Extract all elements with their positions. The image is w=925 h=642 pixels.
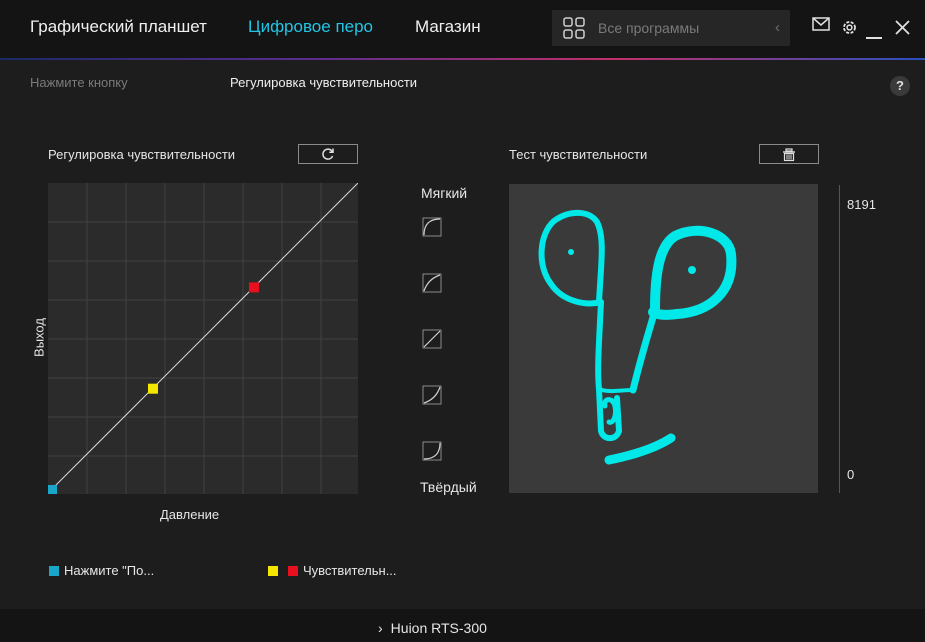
subnav-sensitivity[interactable]: Регулировка чувствительности — [230, 75, 417, 90]
hard-label: Твёрдый — [420, 479, 477, 495]
trash-icon — [783, 148, 795, 162]
help-icon[interactable]: ? — [890, 76, 910, 96]
pressure-scale — [839, 185, 840, 493]
search-placeholder: Все программы — [598, 20, 700, 36]
device-name: Huion RTS-300 — [390, 620, 487, 636]
legend-item-press: Нажмите "По... — [49, 563, 154, 578]
preset-soft-2-icon[interactable] — [422, 273, 442, 293]
program-search[interactable]: Все программы ‹ — [552, 10, 790, 46]
pressure-max-value: 8191 — [847, 197, 876, 212]
chevron-left-icon[interactable]: ‹ — [775, 19, 780, 36]
preset-linear-icon[interactable] — [422, 329, 442, 349]
test-drawing-strokes — [538, 209, 737, 465]
gear-icon[interactable] — [841, 19, 858, 41]
tab-store[interactable]: Магазин — [415, 17, 481, 37]
clear-button[interactable] — [759, 144, 819, 164]
yellow-square-icon — [268, 566, 278, 576]
reset-button[interactable] — [298, 144, 358, 164]
test-drawing-area[interactable] — [509, 184, 818, 493]
accent-line — [0, 58, 925, 60]
pressure-curve-graph[interactable] — [48, 183, 358, 494]
preset-hard-1-icon[interactable] — [422, 385, 442, 405]
tab-digital-pen[interactable]: Цифровое перо — [248, 17, 373, 37]
x-axis-label: Давление — [160, 507, 220, 522]
red-square-icon — [288, 566, 298, 576]
legend-item-sensitivity: Чувствительн... — [268, 563, 397, 578]
curve-point-low[interactable] — [147, 383, 158, 394]
close-icon[interactable] — [895, 20, 910, 40]
subnav-press-button[interactable]: Нажмите кнопку — [30, 75, 128, 90]
legend-sensitivity-label: Чувствительн... — [303, 563, 397, 578]
curve-point-high[interactable] — [248, 282, 259, 293]
refresh-icon — [322, 148, 334, 160]
tab-graphic-tablet[interactable]: Графический планшет — [30, 17, 207, 37]
curve-point-start[interactable] — [48, 485, 57, 494]
cyan-square-icon — [49, 566, 59, 576]
test-title: Тест чувствительности — [509, 147, 648, 162]
y-axis-label: Выход — [31, 318, 47, 357]
top-bar: Графический планшет Цифровое перо Магази… — [0, 0, 925, 58]
preset-soft-1-icon[interactable] — [422, 217, 442, 237]
device-footer[interactable]: › Huion RTS-300 — [0, 609, 925, 642]
sensitivity-title: Регулировка чувствительности — [48, 147, 236, 162]
mail-icon[interactable] — [812, 17, 830, 36]
device-selector[interactable]: › Huion RTS-300 — [378, 620, 487, 636]
preset-hard-2-icon[interactable] — [422, 441, 442, 461]
chevron-right-icon: › — [378, 620, 383, 636]
pressure-min-value: 0 — [847, 467, 855, 482]
pressure-curve-line — [51, 183, 358, 490]
apps-grid-icon[interactable] — [563, 17, 585, 44]
minimize-icon[interactable] — [866, 27, 882, 45]
legend-press-label: Нажмите "По... — [64, 563, 155, 578]
soft-label: Мягкий — [421, 185, 468, 201]
